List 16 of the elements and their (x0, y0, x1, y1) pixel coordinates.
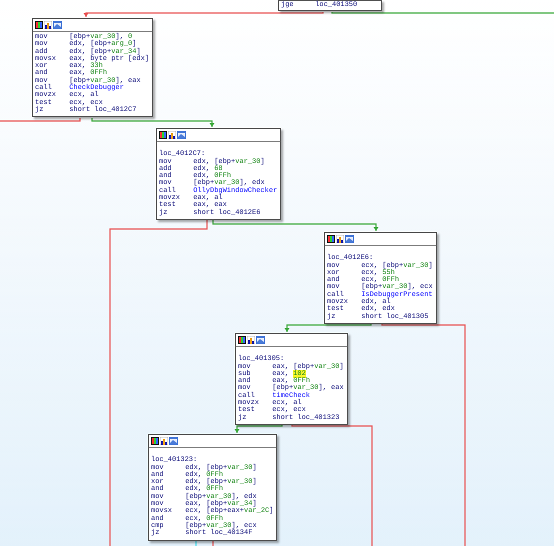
image-icon (345, 235, 354, 243)
image-icon (177, 131, 186, 139)
chart-icon (247, 336, 255, 344)
chart-icon (160, 437, 168, 445)
branch-line (212, 541, 214, 546)
color-palette-icon (151, 437, 159, 445)
image-icon (256, 336, 265, 344)
image-icon (53, 21, 62, 29)
chart-icon (336, 235, 344, 243)
color-palette-icon (238, 336, 246, 344)
color-palette-icon (159, 131, 167, 139)
image-icon (169, 437, 178, 445)
chart-icon (44, 21, 52, 29)
color-palette-icon (35, 21, 43, 29)
chart-icon (168, 131, 176, 139)
color-palette-icon (327, 235, 335, 243)
